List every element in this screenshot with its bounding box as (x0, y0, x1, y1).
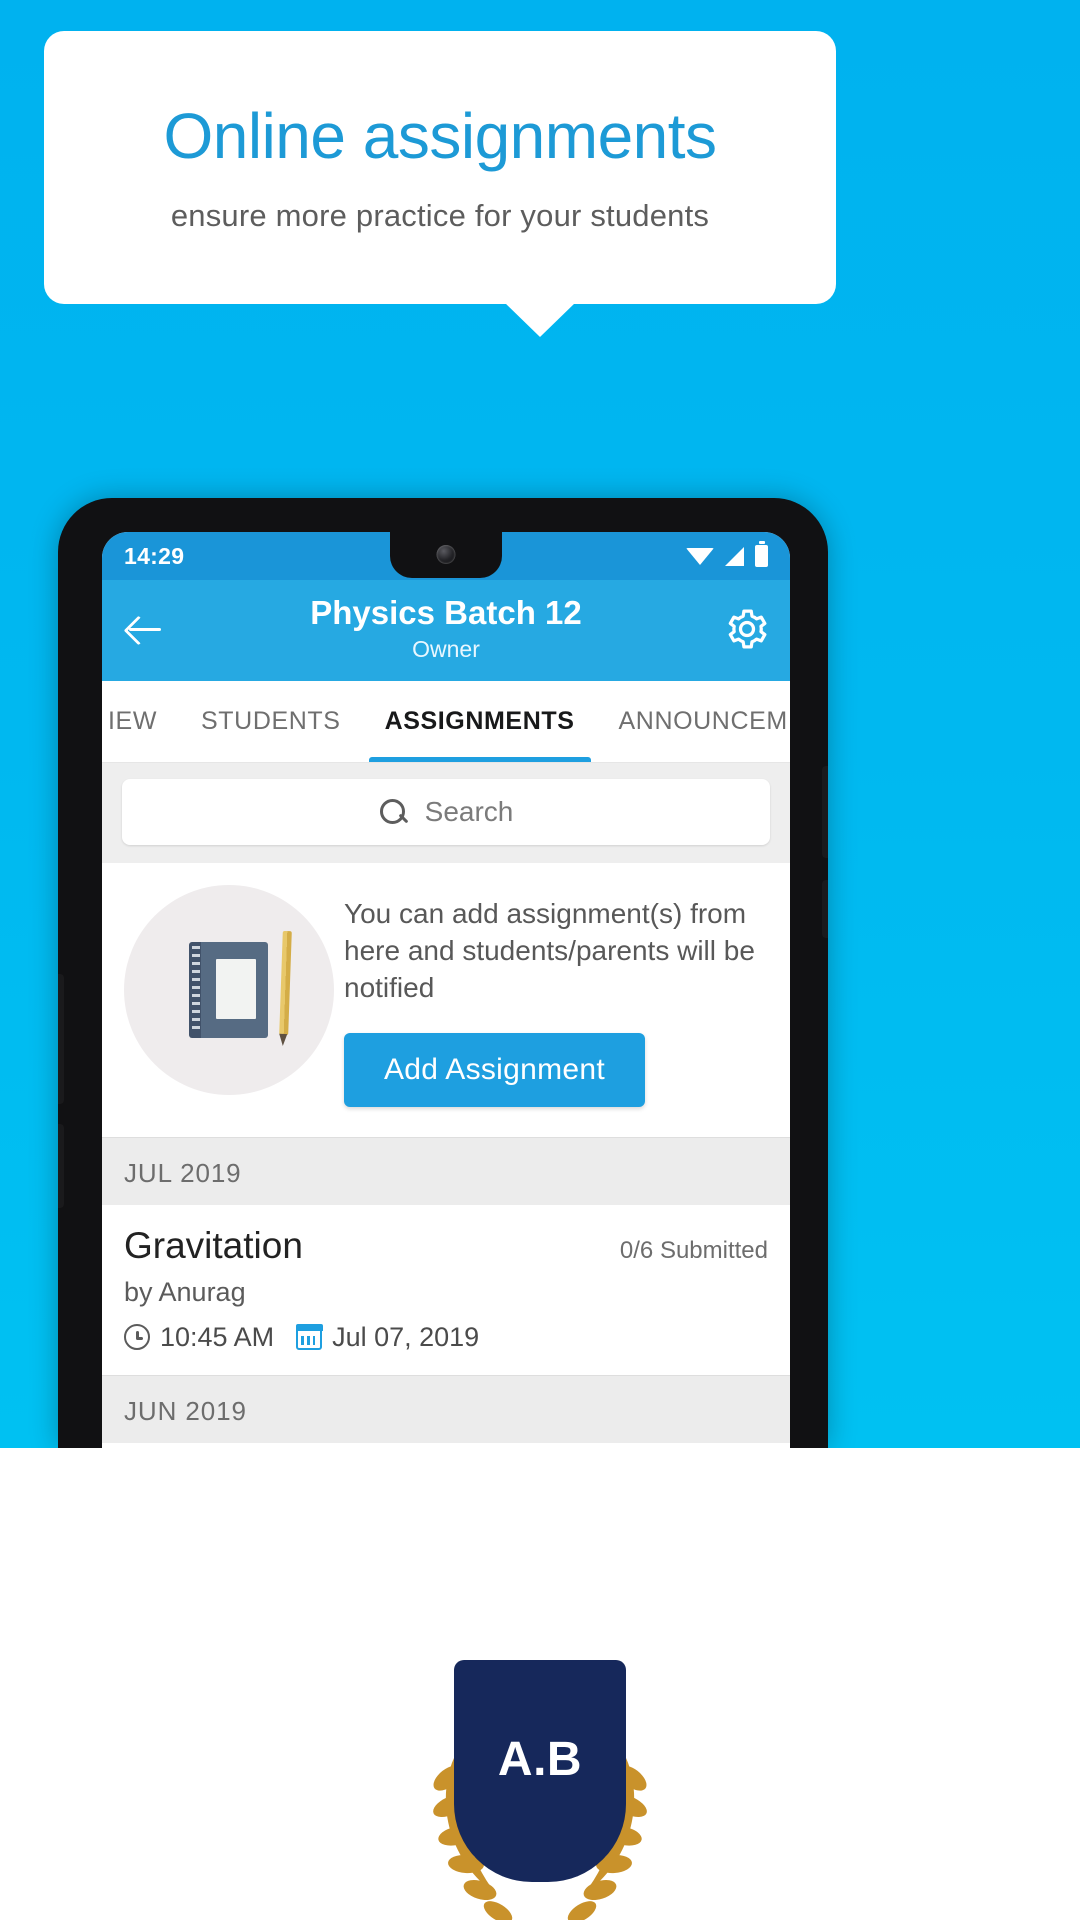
assignment-date: Jul 07, 2019 (332, 1321, 480, 1352)
empty-state-message: You can add assignment(s) from here and … (344, 897, 755, 1004)
phone-screen: 14:29 Physics Batch 12 Owner IEW STUDENT… (102, 532, 790, 1448)
empty-state-text-block: You can add assignment(s) from here and … (344, 885, 768, 1107)
app-bar-titles: Physics Batch 12 Owner (168, 594, 724, 665)
phone-notch (390, 532, 502, 578)
signal-icon (725, 546, 744, 566)
back-arrow-icon[interactable] (122, 606, 168, 652)
tab-assignments[interactable]: ASSIGNMENTS (363, 681, 597, 762)
notebook-page (216, 958, 256, 1019)
speech-bubble-tail (504, 302, 576, 337)
search-placeholder: Search (424, 795, 514, 827)
phone-left-button-b (58, 1124, 64, 1208)
assignment-time: 10:45 AM (160, 1321, 275, 1352)
status-icons (686, 545, 768, 567)
assignment-submitted-count: 0/6 Submitted (619, 1236, 768, 1264)
phone-volume-button (822, 880, 828, 938)
assignment-title: Gravitation (124, 1224, 303, 1266)
phone-left-button-a (58, 974, 64, 1104)
app-badge: A.B (410, 1660, 670, 1920)
app-bar: Physics Batch 12 Owner (102, 580, 790, 681)
notebook-rings (192, 945, 200, 1034)
headline-card: Online assignments ensure more practice … (44, 31, 836, 304)
pencil-shape (279, 930, 292, 1035)
phone-power-button (822, 766, 828, 858)
badge-text: A.B (497, 1732, 583, 1786)
notebook-pencil-icon (124, 884, 334, 1095)
month-header-jul: JUL 2019 (102, 1136, 790, 1205)
wifi-icon (686, 547, 714, 565)
assignment-heading: Gravitation 0/6 Submitted (124, 1225, 768, 1267)
page-title: Online assignments (163, 100, 717, 173)
tab-announcements[interactable]: ANNOUNCEM (597, 681, 790, 762)
page-subtitle: ensure more practice for your students (170, 197, 710, 233)
promo-screenshot: Online assignments ensure more practice … (0, 0, 1080, 1920)
assignment-meta: 10:45 AM Jul 07, 2019 (124, 1322, 768, 1353)
notebook-shape (189, 941, 268, 1038)
shield-shape: A.B (454, 1660, 626, 1882)
status-time: 14:29 (124, 542, 185, 569)
front-camera-icon (436, 545, 456, 564)
gear-icon[interactable] (724, 606, 770, 652)
tab-overview[interactable]: IEW (102, 681, 179, 762)
calendar-icon (295, 1324, 323, 1350)
search-input[interactable]: Search (122, 778, 770, 845)
search-bar-container: Search (102, 762, 790, 863)
assignment-row[interactable]: Gravitation 0/6 Submitted by Anurag 10:4… (102, 1204, 790, 1375)
phone-mockup: 14:29 Physics Batch 12 Owner IEW STUDENT… (58, 498, 828, 1448)
search-icon (379, 798, 407, 826)
clock-icon (124, 1324, 150, 1351)
empty-state: You can add assignment(s) from here and … (102, 862, 790, 1137)
battery-icon (755, 545, 768, 567)
batch-role: Owner (412, 635, 480, 662)
assignment-author: by Anurag (124, 1276, 246, 1307)
add-assignment-button[interactable]: Add Assignment (344, 1032, 645, 1107)
batch-title: Physics Batch 12 (310, 594, 582, 631)
month-header-jun: JUN 2019 (102, 1374, 790, 1443)
tab-bar: IEW STUDENTS ASSIGNMENTS ANNOUNCEM (102, 680, 790, 763)
tab-students[interactable]: STUDENTS (179, 681, 363, 762)
